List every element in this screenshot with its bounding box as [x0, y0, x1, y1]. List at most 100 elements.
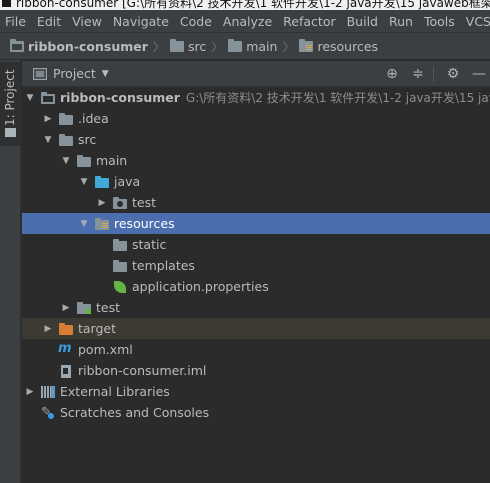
tree-row-test-folder[interactable]: ▶ test: [22, 297, 490, 318]
test-folder-icon: [76, 301, 92, 315]
excluded-folder-icon: [58, 322, 74, 336]
breadcrumb-item-project[interactable]: ribbon-consumer: [10, 38, 148, 54]
menu-code[interactable]: Code: [180, 14, 212, 29]
tree-row-main[interactable]: ▼ main: [22, 150, 490, 171]
title-bar: ribbon-consumer [G:\所有资料\2 技术开发\1 软件开发\1…: [0, 0, 490, 10]
menu-navigate[interactable]: Navigate: [113, 14, 169, 29]
menu-build[interactable]: Build: [347, 14, 378, 29]
tree-label: ribbon-consumer: [60, 90, 180, 105]
menu-bar: File Edit View Navigate Code Analyze Ref…: [0, 10, 490, 32]
tree-row-pom[interactable]: m pom.xml: [22, 339, 490, 360]
collapse-icon[interactable]: ≑: [407, 63, 429, 85]
tree-row-ribbon-consumer[interactable]: ▼ ribbon-consumer G:\所有资料\2 技术开发\1 软件开发\…: [22, 87, 490, 108]
menu-refactor[interactable]: Refactor: [283, 14, 335, 29]
folder-icon: [58, 112, 74, 126]
tree-row-iml[interactable]: ribbon-consumer.iml: [22, 360, 490, 381]
breadcrumb-label: main: [246, 38, 278, 54]
project-folder-icon: [40, 91, 56, 105]
menu-file[interactable]: File: [5, 14, 26, 29]
tree-label: test: [132, 195, 157, 210]
chevron-right-icon[interactable]: ▶: [42, 323, 54, 335]
tree-row-idea[interactable]: ▶ .idea: [22, 108, 490, 129]
tree-label: test: [96, 300, 121, 315]
chevron-right-icon[interactable]: ▶: [96, 197, 108, 209]
breadcrumb-label: resources: [317, 38, 379, 54]
tree-label: application.properties: [132, 279, 269, 294]
project-folder-icon: [10, 38, 24, 52]
libraries-icon: [40, 385, 56, 399]
folder-icon: [228, 38, 243, 52]
menu-run[interactable]: Run: [389, 14, 413, 29]
tree-row-templates[interactable]: templates: [22, 255, 490, 276]
chevron-right-icon[interactable]: ▶: [60, 302, 72, 314]
tree-label: pom.xml: [78, 342, 133, 357]
chevron-down-icon[interactable]: ▼: [60, 155, 72, 167]
tree-label: main: [96, 153, 128, 168]
tree-label: ribbon-consumer.iml: [78, 363, 207, 378]
tree-row-resources[interactable]: ▼ resources: [22, 213, 490, 234]
breadcrumb: ribbon-consumer 〉 src 〉 main 〉 resources: [0, 32, 490, 60]
crosshair-icon[interactable]: ⊕: [381, 63, 403, 85]
chevron-down-icon[interactable]: ▼: [24, 92, 36, 104]
toolbar-divider: [433, 66, 434, 82]
tree-label: .idea: [78, 111, 109, 126]
folder-icon: [76, 154, 92, 168]
breadcrumb-separator-icon: 〉: [211, 39, 224, 54]
project-view-icon: [33, 67, 47, 80]
chevron-right-icon[interactable]: ▶: [24, 386, 36, 398]
window-title: ribbon-consumer [G:\所有资料\2 技术开发\1 软件开发\1…: [16, 0, 490, 10]
chevron-right-icon[interactable]: ▶: [42, 113, 54, 125]
gear-icon[interactable]: ⚙: [442, 63, 464, 85]
project-path: G:\所有资料\2 技术开发\1 软件开发\1-2 java开发\15 java…: [185, 91, 490, 105]
folder-icon: [112, 238, 128, 252]
chevron-down-icon[interactable]: ▼: [78, 218, 90, 230]
tree-label: Scratches and Consoles: [60, 405, 210, 420]
menu-analyze[interactable]: Analyze: [223, 14, 272, 29]
project-tool-tab[interactable]: 1: Project: [0, 62, 21, 146]
breadcrumb-separator-icon: 〉: [152, 39, 165, 54]
breadcrumb-label: ribbon-consumer: [28, 38, 148, 54]
menu-tools[interactable]: Tools: [424, 14, 455, 29]
spring-properties-icon: [112, 280, 128, 294]
tree-label: templates: [132, 258, 195, 273]
source-folder-icon: [94, 175, 110, 189]
tree-row-static[interactable]: static: [22, 234, 490, 255]
tree-label: resources: [114, 216, 175, 231]
tree-row-java[interactable]: ▼ java: [22, 171, 490, 192]
menu-edit[interactable]: Edit: [37, 14, 61, 29]
menu-vcs[interactable]: VCS: [466, 14, 490, 29]
tree-row-scratches[interactable]: ✎ Scratches and Consoles: [22, 402, 490, 423]
tree-label: target: [78, 321, 117, 336]
breadcrumb-item-resources[interactable]: resources: [299, 38, 379, 54]
folder-icon: [169, 38, 184, 52]
project-tool-tab-label: 1: Project: [3, 69, 17, 126]
module-file-icon: [58, 364, 74, 378]
tree-row-external-libraries[interactable]: ▶ External Libraries: [22, 381, 490, 402]
app-icon: [2, 0, 11, 7]
tree-row-target[interactable]: ▶ target: [22, 318, 490, 339]
chevron-down-icon[interactable]: ▼: [78, 176, 90, 188]
folder-icon: [112, 259, 128, 273]
menu-view[interactable]: View: [72, 14, 102, 29]
breadcrumb-separator-icon: 〉: [282, 39, 295, 54]
breadcrumb-label: src: [187, 38, 207, 54]
hide-icon[interactable]: —: [468, 63, 490, 85]
chevron-down-icon[interactable]: ▼: [102, 69, 109, 79]
chevron-down-icon[interactable]: ▼: [42, 134, 54, 146]
folder-icon: [5, 128, 16, 137]
tree-row-test-package[interactable]: ▶ test: [22, 192, 490, 213]
tree-row-application-properties[interactable]: application.properties: [22, 276, 490, 297]
maven-icon: m: [58, 340, 72, 356]
breadcrumb-item-src[interactable]: src: [169, 38, 207, 54]
panel-toolbar: ⊕ ≑ ⚙ —: [377, 61, 490, 87]
panel-title[interactable]: Project: [53, 66, 96, 81]
resources-folder-icon: [94, 217, 110, 231]
tree-label: External Libraries: [60, 384, 170, 399]
breadcrumb-item-main[interactable]: main: [228, 38, 278, 54]
tree-row-src[interactable]: ▼ src: [22, 129, 490, 150]
